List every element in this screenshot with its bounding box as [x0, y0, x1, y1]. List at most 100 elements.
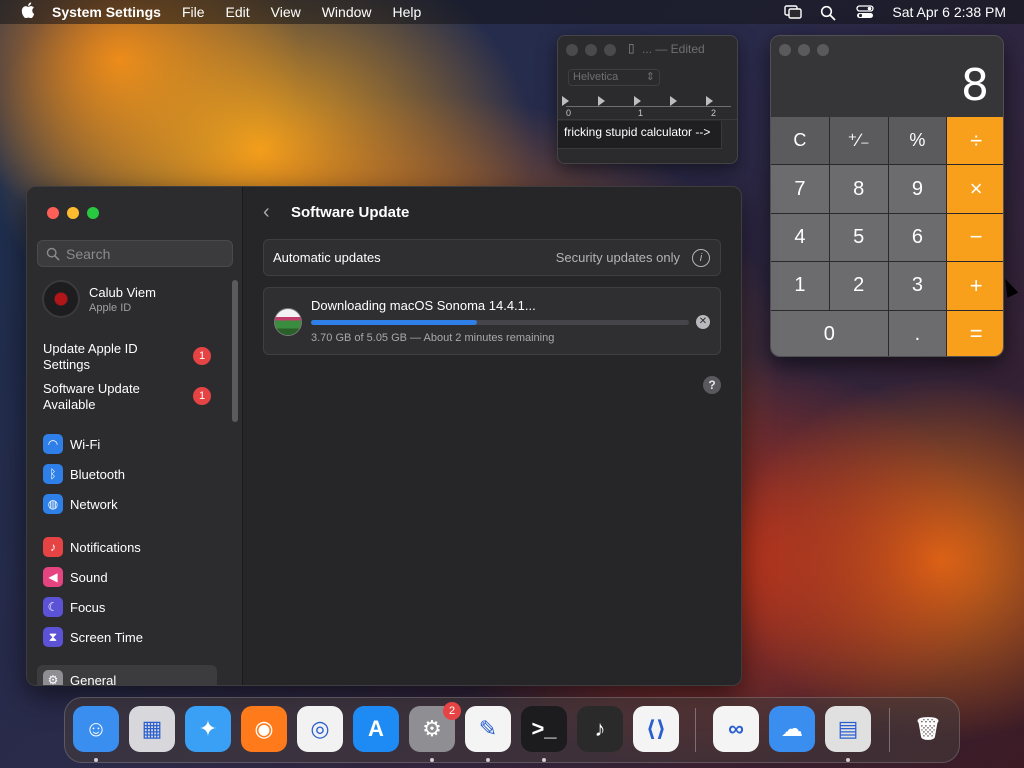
weather-icon[interactable]: ☁ — [769, 706, 815, 752]
mirroring-icon[interactable] — [784, 5, 803, 19]
moon-icon: ☾ — [43, 597, 63, 617]
sidebar-item-focus[interactable]: ☾ Focus — [43, 596, 105, 618]
calculator-key[interactable]: = — [947, 310, 1003, 356]
automatic-updates-label: Automatic updates — [273, 250, 381, 265]
vscode-icon[interactable]: ⟨⟩ — [633, 706, 679, 752]
calculator-key[interactable]: 9 — [888, 165, 947, 213]
sidebar-item-notifications[interactable]: ♪ Notifications — [43, 536, 141, 558]
visual-studio-icon[interactable]: ∞ — [713, 706, 759, 752]
calculator-key[interactable]: 1 — [771, 262, 829, 310]
sidebar-item-screen-time[interactable]: ⧗ Screen Time — [43, 626, 143, 648]
launchpad-icon[interactable]: ▦ — [129, 706, 175, 752]
calculator-key[interactable]: 3 — [888, 262, 947, 310]
finder-icon[interactable]: ☺ — [73, 706, 119, 752]
menu-help[interactable]: Help — [393, 4, 422, 20]
sidebar-item-network[interactable]: ◍ Network — [43, 493, 118, 515]
calculator-key[interactable]: C — [771, 117, 829, 165]
sidebar-item-general[interactable]: ⚙ General — [43, 669, 116, 685]
menu-edit[interactable]: Edit — [226, 4, 250, 20]
calculator-key[interactable]: − — [947, 213, 1003, 262]
menu-clock[interactable]: Sat Apr 6 2:38 PM — [892, 4, 1006, 20]
control-center-icon[interactable] — [856, 5, 875, 19]
minimize-button[interactable] — [585, 44, 597, 56]
macos-sonoma-icon — [274, 308, 302, 336]
sidebar-item-wi-fi[interactable]: ◠ Wi-Fi — [43, 433, 100, 455]
bell-icon: ♪ — [43, 537, 63, 557]
running-indicator — [94, 758, 98, 762]
close-button[interactable] — [47, 207, 59, 219]
document-text[interactable]: fricking stupid calculator --> — [564, 125, 710, 139]
calculator-key[interactable]: 7 — [771, 165, 829, 213]
info-icon[interactable]: i — [692, 249, 710, 267]
dock-separator — [695, 708, 696, 752]
cancel-download-icon[interactable]: ✕ — [696, 315, 710, 329]
dock-separator — [889, 708, 890, 752]
menu-file[interactable]: File — [182, 4, 205, 20]
ruler-tab-stop[interactable] — [706, 96, 713, 106]
settings-traffic-lights — [47, 207, 99, 219]
ruler-number: 0 — [566, 108, 572, 118]
ruler-indent-marker[interactable] — [562, 96, 569, 106]
document-area[interactable]: fricking stupid calculator --> — [558, 121, 722, 149]
settings-search-field[interactable]: Search — [37, 240, 233, 267]
user-name[interactable]: Calub Viem — [89, 285, 156, 300]
minimize-button[interactable] — [798, 44, 810, 56]
help-button[interactable]: ? — [703, 376, 721, 394]
calculator-key[interactable]: + — [947, 262, 1003, 310]
firefox-icon[interactable]: ◉ — [241, 706, 287, 752]
back-chevron-icon[interactable]: ‹ — [263, 201, 279, 223]
trash-icon[interactable]: 🗑 — [905, 706, 951, 752]
zoom-button[interactable] — [817, 44, 829, 56]
notice-update-apple-id[interactable]: Update Apple ID Settings — [43, 341, 183, 373]
minimize-button[interactable] — [67, 207, 79, 219]
spotlight-search-icon[interactable] — [820, 5, 838, 21]
close-button[interactable] — [566, 44, 578, 56]
calculator-key[interactable]: % — [888, 117, 947, 165]
garageband-icon[interactable]: ♪ — [577, 706, 623, 752]
calculator-key[interactable]: × — [947, 165, 1003, 213]
calculator-icon[interactable]: ▤ — [825, 706, 871, 752]
ruler-tab-stop[interactable] — [670, 96, 677, 106]
textedit-icon[interactable]: ✎ — [465, 706, 511, 752]
ruler[interactable]: 0 1 2 — [558, 94, 737, 120]
ruler-line — [566, 106, 731, 107]
ruler-tab-stop[interactable] — [598, 96, 605, 106]
running-indicator — [846, 758, 850, 762]
calculator-traffic-lights — [779, 44, 829, 56]
menu-window[interactable]: Window — [322, 4, 372, 20]
zoom-button[interactable] — [87, 207, 99, 219]
sidebar-scrollbar[interactable] — [232, 280, 238, 422]
close-button[interactable] — [779, 44, 791, 56]
download-status: 3.70 GB of 5.05 GB — About 2 minutes rem… — [311, 332, 555, 344]
gear-icon: ⚙ — [43, 670, 63, 685]
calculator-key[interactable]: 0 — [771, 310, 888, 356]
user-avatar[interactable] — [42, 280, 80, 318]
calculator-key[interactable]: 5 — [829, 213, 888, 262]
automatic-updates-row: Automatic updates Security updates only … — [263, 239, 721, 276]
apple-menu-icon[interactable] — [18, 2, 38, 22]
sidebar-item-bluetooth[interactable]: ᛒ Bluetooth — [43, 463, 125, 485]
calculator-key[interactable]: 2 — [829, 262, 888, 310]
document-icon: ▯ — [628, 41, 635, 55]
running-indicator — [430, 758, 434, 762]
zoom-button[interactable] — [604, 44, 616, 56]
app-store-icon[interactable]: A — [353, 706, 399, 752]
sidebar-item-label: Screen Time — [70, 629, 143, 645]
calculator-key[interactable]: . — [888, 310, 947, 356]
menu-view[interactable]: View — [271, 4, 301, 20]
calculator-key[interactable]: 6 — [888, 213, 947, 262]
calculator-key[interactable]: ⁺∕₋ — [829, 117, 888, 165]
sidebar-item-sound[interactable]: ◀ Sound — [43, 566, 108, 588]
calculator-key[interactable]: 8 — [829, 165, 888, 213]
menu-app-name[interactable]: System Settings — [52, 4, 161, 20]
calculator-key[interactable]: ÷ — [947, 117, 1003, 165]
notice-software-update[interactable]: Software Update Available — [43, 381, 183, 413]
calculator-key[interactable]: 4 — [771, 213, 829, 262]
menu-bar: System Settings File Edit View Window He… — [0, 0, 1024, 24]
font-selector[interactable]: Helvetica ⇕ — [568, 69, 660, 86]
safari-icon[interactable]: ✦ — [185, 706, 231, 752]
ruler-tab-stop[interactable] — [634, 96, 641, 106]
download-progress-fill — [311, 320, 478, 325]
chrome-icon[interactable]: ◎ — [297, 706, 343, 752]
terminal-icon[interactable]: >_ — [521, 706, 567, 752]
